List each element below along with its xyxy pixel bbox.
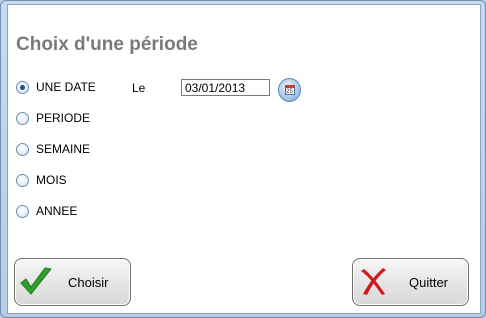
option-label: UNE DATE xyxy=(36,80,96,94)
quit-button[interactable]: Quitter xyxy=(352,258,469,306)
date-label: Le xyxy=(132,81,146,95)
radio-mois[interactable] xyxy=(16,174,29,187)
option-label: ANNEE xyxy=(36,204,78,218)
choose-button[interactable]: Choisir xyxy=(14,258,131,306)
option-label: MOIS xyxy=(36,173,67,187)
option-label: SEMAINE xyxy=(36,142,91,156)
option-label: PERIODE xyxy=(36,111,91,125)
radio-semaine[interactable] xyxy=(16,143,29,156)
date-field[interactable]: 03/01/2013 xyxy=(181,79,270,96)
radio-annee[interactable] xyxy=(16,205,29,218)
choose-button-label: Choisir xyxy=(68,275,109,290)
cross-icon xyxy=(361,268,386,295)
radio-une-date[interactable] xyxy=(16,81,29,94)
calendar-button[interactable]: 25 xyxy=(278,78,301,102)
checkmark-icon xyxy=(20,267,52,295)
dialog-heading: Choix d'une période xyxy=(16,34,198,55)
radio-periode[interactable] xyxy=(16,112,29,125)
calendar-icon: 25 xyxy=(284,85,295,95)
quit-button-label: Quitter xyxy=(409,275,449,290)
